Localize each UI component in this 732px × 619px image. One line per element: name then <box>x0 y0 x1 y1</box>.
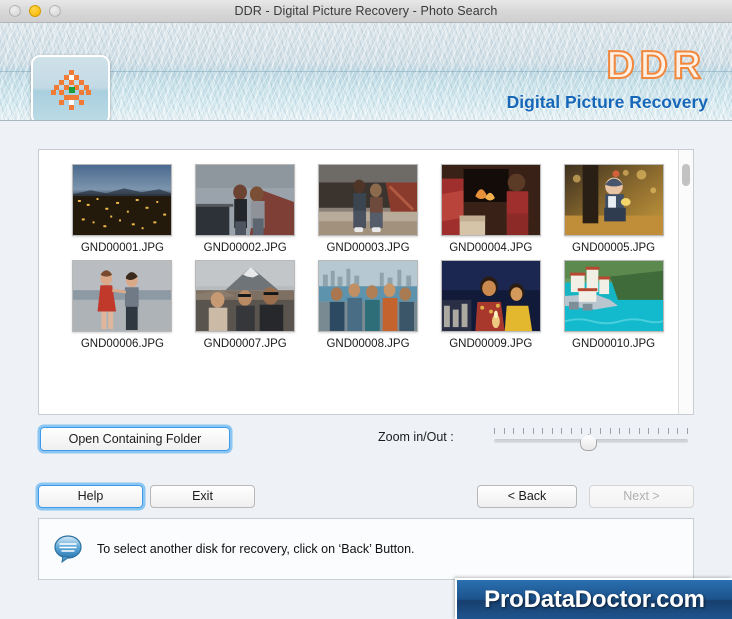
photo-cell[interactable]: GND00010.JPG <box>556 260 671 350</box>
zoom-button[interactable] <box>49 5 61 17</box>
brand-title: DDR <box>606 43 706 88</box>
photo-filename: GND00003.JPG <box>326 242 410 254</box>
photo-filename: GND00009.JPG <box>449 338 533 350</box>
photo-filename: GND00005.JPG <box>572 242 656 254</box>
photo-filename: GND00007.JPG <box>203 338 287 350</box>
photo-cell[interactable]: GND00005.JPG <box>556 164 671 254</box>
photo-cell[interactable]: GND00003.JPG <box>311 164 426 254</box>
photo-thumbnail[interactable] <box>563 260 664 332</box>
three-men-near-volcano-image <box>196 261 295 331</box>
next-button: Next > <box>589 485 694 508</box>
brand-subtitle: Digital Picture Recovery <box>506 92 708 112</box>
photo-cell[interactable]: GND00001.JPG <box>65 164 180 254</box>
photo-cell[interactable]: GND00004.JPG <box>433 164 548 254</box>
group-of-friends-by-bay-image <box>318 261 417 331</box>
photo-filename: GND00008.JPG <box>326 338 410 350</box>
zoom-slider[interactable] <box>494 427 688 451</box>
photo-thumbnail[interactable] <box>195 164 296 236</box>
title-bar: DDR - Digital Picture Recovery - Photo S… <box>0 0 732 23</box>
action-button-row: Help Exit < Back Next > <box>0 485 732 511</box>
status-message: To select another disk for recovery, cli… <box>97 542 415 556</box>
app-logo <box>31 55 110 120</box>
two-women-by-lake-image <box>73 261 172 331</box>
children-with-candles-at-night-image <box>441 261 540 331</box>
photo-row: GND00001.JPG GND00002.JPG GND00003.JPG G… <box>39 164 679 254</box>
photo-thumbnail[interactable] <box>440 260 541 332</box>
exit-button[interactable]: Exit <box>150 485 255 508</box>
checkered-flower-logo-icon <box>50 70 91 110</box>
watermark-badge: ProDataDoctor.com <box>455 578 732 619</box>
city-lights-at-dusk-image <box>73 165 172 235</box>
app-window: DDR - Digital Picture Recovery - Photo S… <box>0 0 732 619</box>
photo-thumbnail[interactable] <box>72 260 173 332</box>
watermark-text: ProDataDoctor.com <box>484 586 705 613</box>
photo-grid: GND00001.JPG GND00002.JPG GND00003.JPG G… <box>39 150 679 414</box>
grid-scrollbar[interactable] <box>678 150 693 414</box>
header-banner: DDR Digital Picture Recovery <box>0 23 732 121</box>
speech-bubble-icon <box>54 535 82 563</box>
photo-filename: GND00010.JPG <box>572 338 656 350</box>
two-women-on-street-image <box>196 165 295 235</box>
grid-scrollbar-thumb[interactable] <box>682 164 690 186</box>
photo-cell[interactable]: GND00002.JPG <box>188 164 303 254</box>
photo-filename: GND00004.JPG <box>449 242 533 254</box>
toddler-in-autumn-leaves-image <box>564 165 663 235</box>
photo-filename: GND00002.JPG <box>203 242 287 254</box>
child-by-fireplace-image <box>441 165 540 235</box>
window-title: DDR - Digital Picture Recovery - Photo S… <box>234 4 498 18</box>
status-panel: To select another disk for recovery, cli… <box>38 518 694 580</box>
photo-cell[interactable]: GND00007.JPG <box>188 260 303 350</box>
back-button[interactable]: < Back <box>477 485 577 508</box>
photo-grid-panel: GND00001.JPG GND00002.JPG GND00003.JPG G… <box>38 149 694 415</box>
photo-filename: GND00006.JPG <box>80 338 164 350</box>
photo-thumbnail[interactable] <box>563 164 664 236</box>
minimize-button[interactable] <box>29 5 41 17</box>
photo-cell[interactable]: GND00006.JPG <box>65 260 180 350</box>
photo-thumbnail[interactable] <box>317 260 418 332</box>
photo-thumbnail[interactable] <box>317 164 418 236</box>
zoom-slider-thumb[interactable] <box>580 434 598 451</box>
photo-cell[interactable]: GND00008.JPG <box>311 260 426 350</box>
coastal-town-turquoise-sea-image <box>564 261 663 331</box>
help-button[interactable]: Help <box>38 485 143 508</box>
close-button[interactable] <box>9 5 21 17</box>
open-containing-folder-button[interactable]: Open Containing Folder <box>40 427 230 451</box>
photo-row: GND00006.JPG GND00007.JPG GND00008.JPG G… <box>39 260 679 350</box>
photo-thumbnail[interactable] <box>440 164 541 236</box>
folder-zoom-row: Open Containing Folder Zoom in/Out : <box>0 427 732 455</box>
photo-thumbnail[interactable] <box>195 260 296 332</box>
photo-filename: GND00001.JPG <box>80 242 164 254</box>
traffic-lights <box>0 5 61 17</box>
main-content: GND00001.JPG GND00002.JPG GND00003.JPG G… <box>0 121 732 619</box>
photo-thumbnail[interactable] <box>72 164 173 236</box>
zoom-slider-ticks <box>494 428 688 434</box>
couple-sitting-on-steps-image <box>318 165 417 235</box>
zoom-slider-label: Zoom in/Out : <box>378 430 454 444</box>
photo-cell[interactable]: GND00009.JPG <box>433 260 548 350</box>
